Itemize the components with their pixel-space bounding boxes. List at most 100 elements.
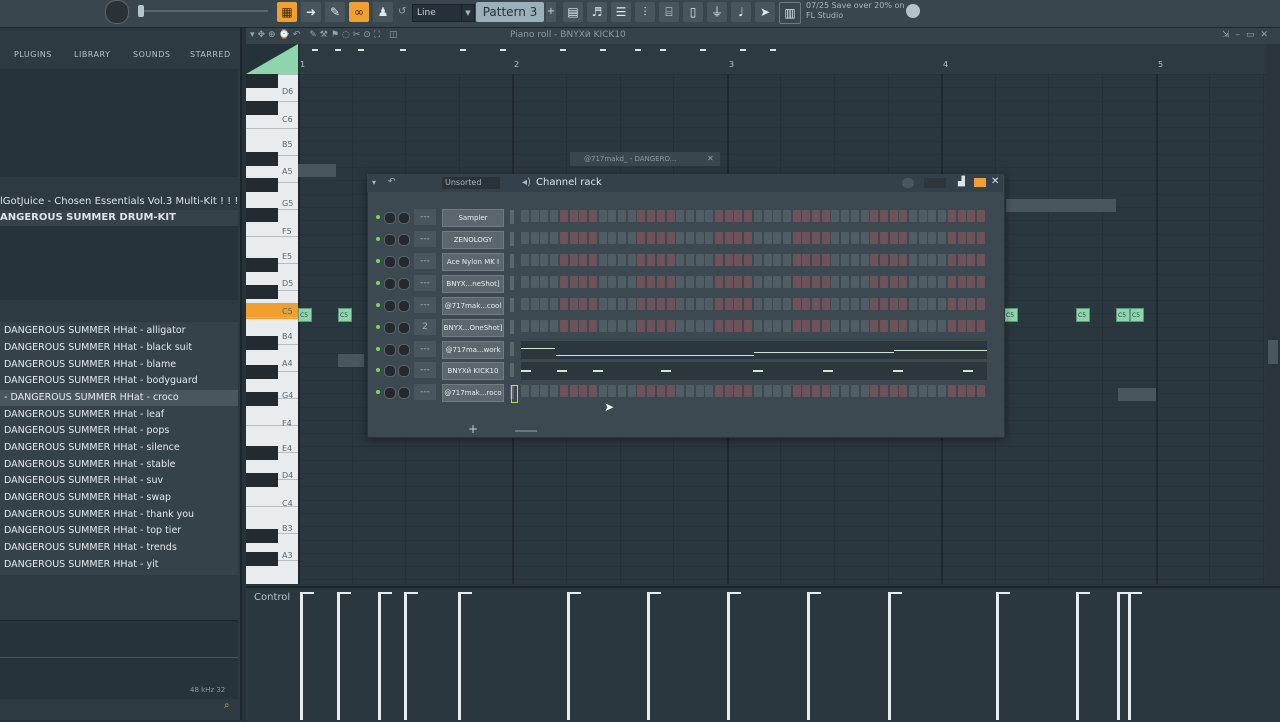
step-button[interactable] <box>889 385 898 397</box>
step-button[interactable] <box>637 298 646 310</box>
step-button[interactable] <box>540 320 549 332</box>
step-button[interactable] <box>666 210 675 222</box>
step-button[interactable] <box>889 254 898 266</box>
step-button[interactable] <box>860 254 869 266</box>
pan-knob[interactable] <box>384 234 396 246</box>
step-button[interactable] <box>918 385 927 397</box>
step-button[interactable] <box>909 385 917 397</box>
arrow-right-icon[interactable]: ➜ <box>301 2 321 22</box>
tab-starred[interactable]: STARRED <box>190 50 231 59</box>
tab-sounds[interactable]: SOUNDS <box>133 50 170 59</box>
step-button[interactable] <box>879 276 888 288</box>
tab-plugins[interactable]: PLUGINS <box>14 50 52 59</box>
volume-knob[interactable] <box>398 322 410 334</box>
step-button[interactable] <box>928 232 937 244</box>
step-button[interactable] <box>627 298 636 310</box>
pan-knob[interactable] <box>384 344 396 356</box>
add-pattern-button[interactable]: + <box>546 2 556 22</box>
step-button[interactable] <box>792 276 801 288</box>
step-button[interactable] <box>540 232 549 244</box>
step-button[interactable] <box>870 254 879 266</box>
step-button[interactable] <box>744 276 753 288</box>
step-button[interactable] <box>841 210 850 222</box>
step-button[interactable] <box>656 254 665 266</box>
list-item[interactable]: DANGEROUS SUMMER HHat - yit <box>0 557 238 573</box>
step-sequencer[interactable] <box>521 209 987 225</box>
step-button[interactable] <box>753 210 762 222</box>
step-button[interactable] <box>685 298 694 310</box>
step-button[interactable] <box>569 298 578 310</box>
list-item[interactable]: DANGEROUS SUMMER HHat - pops <box>0 423 238 439</box>
step-button[interactable] <box>938 210 947 222</box>
step-button[interactable] <box>870 320 879 332</box>
step-button[interactable] <box>521 385 529 397</box>
step-button[interactable] <box>899 254 908 266</box>
step-button[interactable] <box>812 210 820 222</box>
velocity-bar[interactable] <box>647 594 650 720</box>
step-button[interactable] <box>782 385 791 397</box>
channel-name-button[interactable]: Ace Nylon MK I <box>442 253 504 271</box>
step-button[interactable] <box>744 298 753 310</box>
pan-knob[interactable] <box>384 387 396 399</box>
step-button[interactable] <box>627 210 636 222</box>
step-button[interactable] <box>802 320 811 332</box>
velocity-bar[interactable] <box>567 594 570 720</box>
step-button[interactable] <box>841 232 850 244</box>
step-button[interactable] <box>879 320 888 332</box>
step-button[interactable] <box>841 385 850 397</box>
step-button[interactable] <box>860 320 869 332</box>
step-button[interactable] <box>841 276 850 288</box>
step-button[interactable] <box>695 254 704 266</box>
step-button[interactable] <box>792 232 801 244</box>
step-button[interactable] <box>569 210 578 222</box>
step-button[interactable] <box>705 320 714 332</box>
step-button[interactable] <box>928 385 937 397</box>
step-button[interactable] <box>666 232 675 244</box>
step-button[interactable] <box>918 298 927 310</box>
step-button[interactable] <box>579 320 588 332</box>
master-volume-knob[interactable] <box>105 0 129 24</box>
channel-name-button[interactable]: BNYX...OneShot] <box>442 319 504 337</box>
channel-name-button[interactable]: @717mak...roco <box>442 384 504 402</box>
chevron-down-icon[interactable]: ▼ <box>461 4 475 22</box>
velocity-bar[interactable] <box>727 594 730 720</box>
black-key[interactable] <box>246 74 278 88</box>
step-button[interactable] <box>860 276 869 288</box>
pan-knob[interactable] <box>384 300 396 312</box>
channel-name-button[interactable]: ZENOLOGY <box>442 231 504 249</box>
channel-name-button[interactable]: @717ma...work <box>442 341 504 359</box>
step-button[interactable] <box>909 298 917 310</box>
step-button[interactable] <box>831 210 840 222</box>
step-button[interactable] <box>540 254 549 266</box>
channel-row[interactable]: --- BNYX...neShot] <box>370 274 990 294</box>
step-button[interactable] <box>909 232 917 244</box>
step-button[interactable] <box>821 298 830 310</box>
step-button[interactable] <box>976 254 985 266</box>
channel-row[interactable]: --- BNYXй KICK10 <box>370 361 990 381</box>
step-button[interactable] <box>569 385 578 397</box>
step-button[interactable] <box>782 298 791 310</box>
step-button[interactable] <box>724 254 733 266</box>
piano-roll-icon[interactable]: ♬ <box>587 2 607 22</box>
midi-note[interactable]: C5 <box>1004 308 1018 322</box>
step-button[interactable] <box>598 298 607 310</box>
channel-rack-icon[interactable]: ☰ <box>611 2 631 22</box>
step-button[interactable] <box>550 385 559 397</box>
step-button[interactable] <box>967 298 976 310</box>
step-button[interactable] <box>918 210 927 222</box>
mixer-icon[interactable]: ⫶ <box>635 2 655 22</box>
step-button[interactable] <box>782 232 791 244</box>
step-button[interactable] <box>559 276 568 288</box>
step-button[interactable] <box>831 320 840 332</box>
step-button[interactable] <box>773 210 782 222</box>
step-button[interactable] <box>938 254 947 266</box>
step-button[interactable] <box>763 210 772 222</box>
step-button[interactable] <box>734 276 743 288</box>
black-key[interactable] <box>246 152 278 166</box>
step-button[interactable] <box>608 385 617 397</box>
step-button[interactable] <box>792 210 801 222</box>
step-button[interactable] <box>753 232 762 244</box>
mute-led[interactable] <box>376 281 380 285</box>
undo-icon[interactable]: ↺ <box>398 6 406 17</box>
step-button[interactable] <box>656 210 665 222</box>
